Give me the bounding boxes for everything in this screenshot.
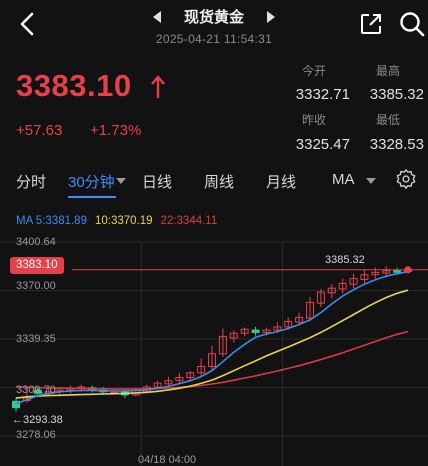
ma-legend: MA 5:3381.89 10:3370.19 22:3344.11: [16, 215, 225, 227]
y-axis-label-bottom: 3278.06: [16, 429, 56, 441]
current-price-dot: [404, 266, 412, 274]
price-change: +57.63: [16, 122, 63, 139]
active-tab-underline: [68, 196, 116, 198]
open-label: 今开: [302, 64, 327, 78]
high-price-marker: 3385.32: [325, 254, 365, 266]
ma10-value: 10:3370.19: [94, 215, 153, 227]
tab-indicator-ma[interactable]: MA: [332, 171, 355, 188]
page-title: 现货黄金: [183, 9, 244, 26]
y-axis-label-3339: 3339.35: [16, 333, 56, 345]
period-tab-bar: 分时 30分钟 日线 周线 月线 MA: [0, 160, 428, 200]
current-price-tag: 3383.10: [10, 257, 64, 274]
x-axis-time-label: 04/18 04:00: [138, 454, 197, 466]
low-price-marker: ←3293.38: [12, 414, 63, 426]
top-bar: 现货黄金 2025-04-21 11:54:31: [0, 0, 428, 50]
chevron-down-icon[interactable]: [116, 178, 126, 184]
indicator-chevron-down-icon[interactable]: [366, 178, 376, 184]
ma10-line: [15, 289, 409, 399]
previous-instrument-icon[interactable]: [152, 10, 162, 23]
y-axis-label-top: 3400.64: [16, 236, 56, 248]
low-label: 最低: [376, 113, 401, 127]
up-arrow-icon: [151, 75, 165, 98]
high-label: 最高: [376, 64, 401, 78]
candle-body: [251, 329, 260, 333]
tab-monthly[interactable]: 月线: [266, 171, 296, 192]
current-price: 3383.10: [16, 68, 132, 103]
ma22-value: 22:3344.11: [160, 215, 218, 227]
tab-30min[interactable]: 30分钟: [68, 171, 115, 192]
low-value: 3328.53: [369, 136, 424, 153]
tab-weekly[interactable]: 周线: [204, 171, 234, 192]
tab-daily[interactable]: 日线: [142, 171, 172, 192]
y-axis-label-3370: 3370.00: [16, 280, 56, 292]
tab-intraday[interactable]: 分时: [16, 171, 46, 192]
prev-close-value: 3325.47: [295, 136, 350, 153]
high-value: 3385.32: [369, 86, 424, 103]
prev-close-label: 昨收: [302, 113, 327, 127]
gear-icon[interactable]: [395, 168, 417, 190]
price-change-percent: +1.73%: [90, 122, 142, 139]
share-icon[interactable]: [359, 12, 383, 36]
next-instrument-icon[interactable]: [266, 10, 276, 23]
open-value: 3332.71: [295, 86, 350, 103]
y-axis-label-3309: 3309.70: [16, 384, 56, 396]
candlestick-chart[interactable]: [0, 232, 428, 466]
candle-body: [393, 270, 402, 273]
search-icon[interactable]: [398, 10, 426, 38]
ma5-value: MA 5:3381.89: [16, 215, 87, 227]
